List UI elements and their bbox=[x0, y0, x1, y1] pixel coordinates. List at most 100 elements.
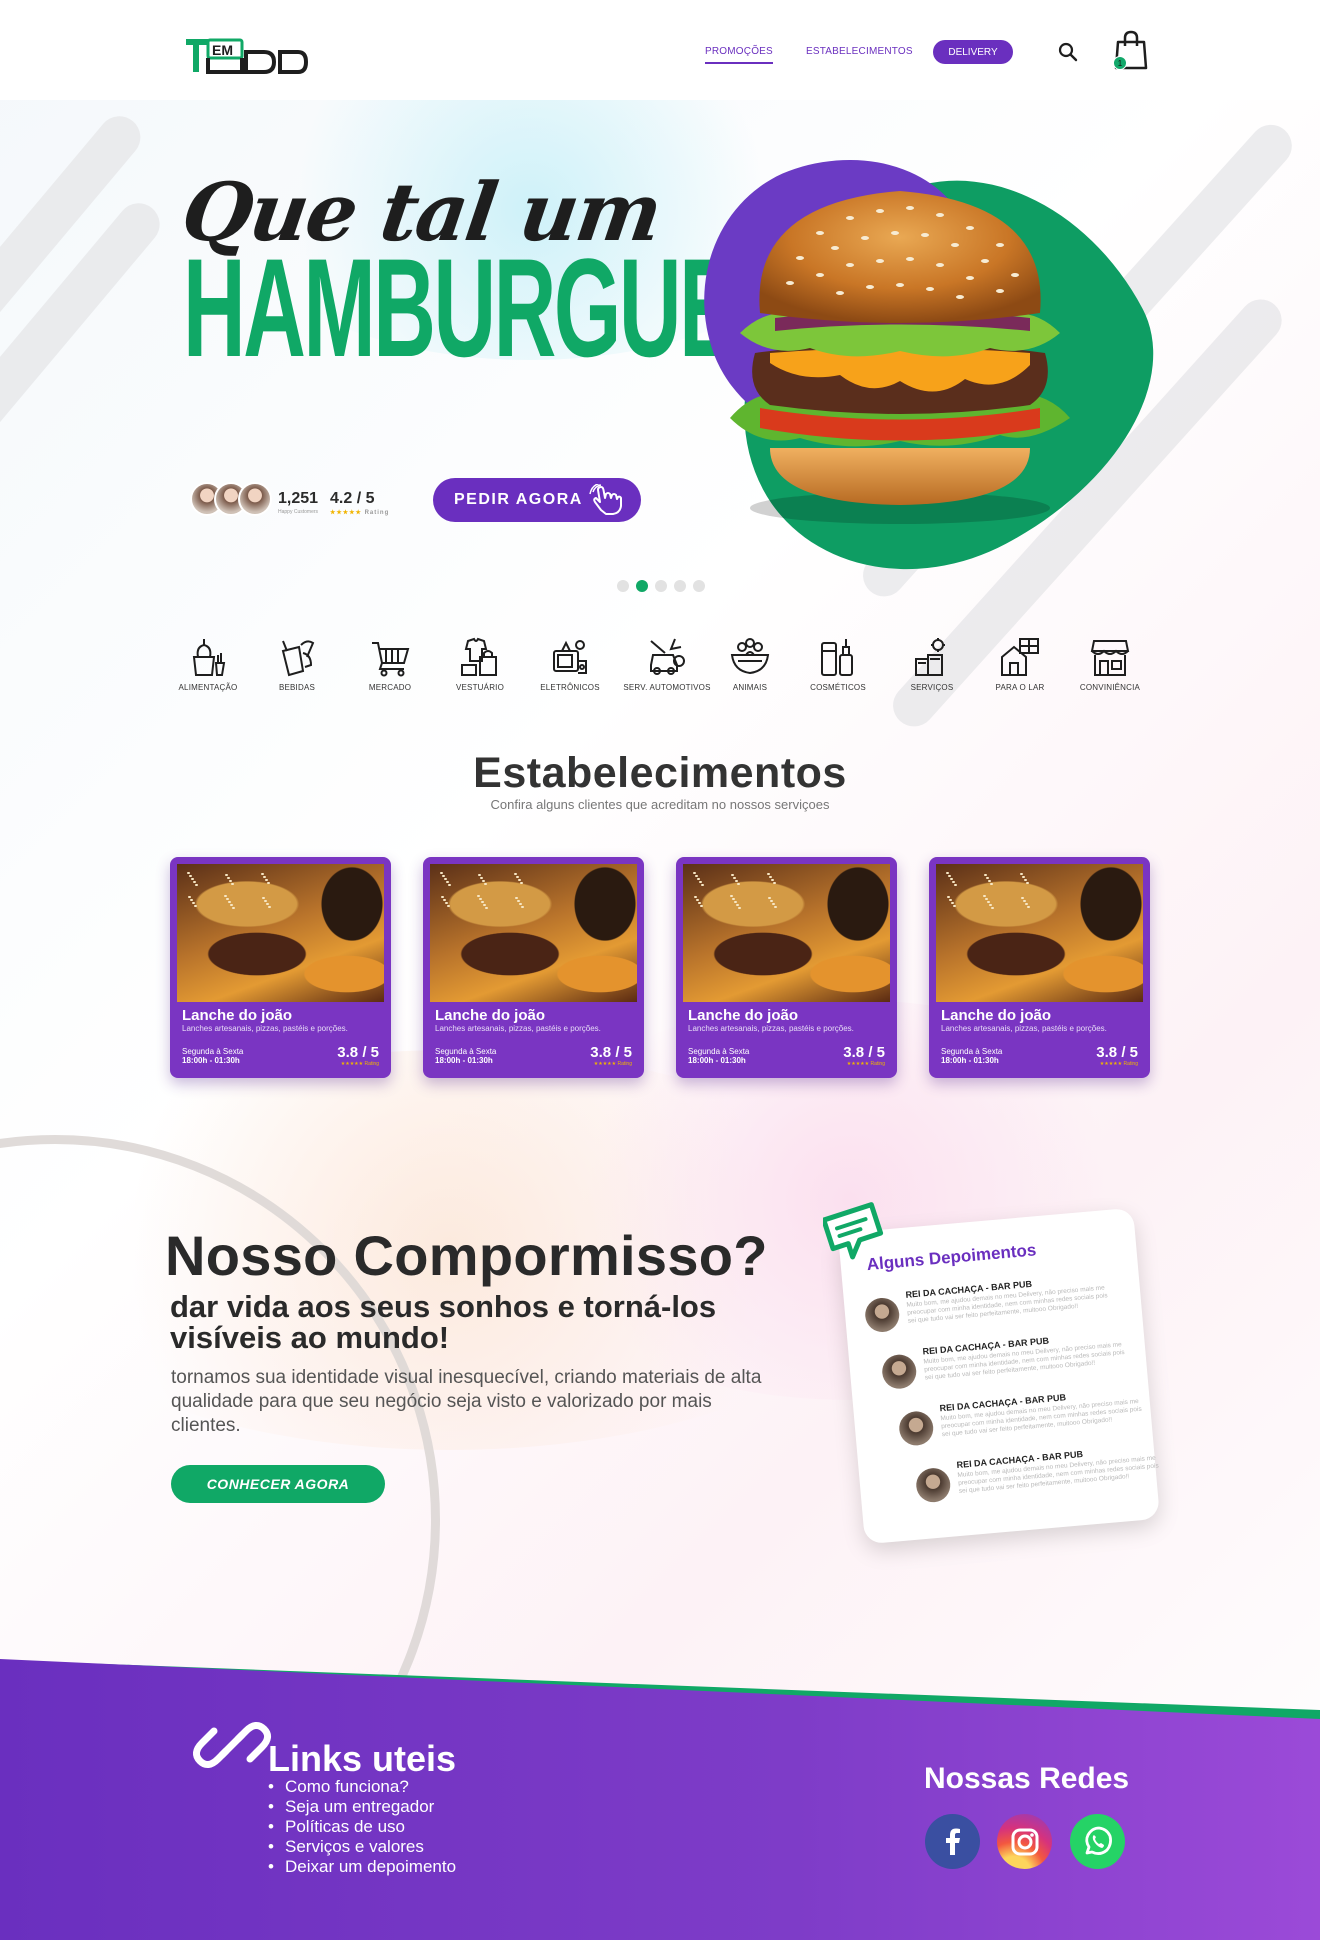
sesame-seed bbox=[769, 876, 772, 878]
instagram-icon[interactable] bbox=[997, 1814, 1052, 1869]
sesame-seed bbox=[988, 880, 991, 882]
establishment-name: Lanche do joão bbox=[435, 1007, 546, 1024]
establishment-desc: Lanches artesanais, pizzas, pastéis e po… bbox=[182, 1024, 348, 1033]
nav-delivery-button[interactable]: DELIVERY bbox=[933, 40, 1013, 64]
sesame-seed bbox=[261, 873, 264, 875]
facebook-icon[interactable] bbox=[925, 1814, 980, 1869]
sesame-seed bbox=[267, 882, 270, 884]
nav-promocoes[interactable]: PROMOÇÕES bbox=[705, 46, 773, 64]
sesame-seed bbox=[987, 901, 990, 903]
sesame-seed bbox=[483, 904, 486, 906]
footer-link[interactable]: Políticas de uso bbox=[268, 1817, 456, 1837]
sesame-seed bbox=[693, 872, 696, 874]
carousel-dots bbox=[617, 580, 705, 592]
establishment-name: Lanche do joão bbox=[182, 1007, 293, 1024]
category-conviniencia[interactable]: CONVINIÊNCIA bbox=[1055, 637, 1165, 692]
footer-link[interactable]: Seja um entregador bbox=[268, 1797, 456, 1817]
home-icon bbox=[1001, 638, 1039, 676]
sesame-seed bbox=[736, 904, 739, 906]
footer-link[interactable]: Serviços e valores bbox=[268, 1837, 456, 1857]
sesame-seed bbox=[442, 875, 445, 877]
sesame-seed bbox=[445, 902, 448, 904]
brand-logo[interactable]: EM bbox=[184, 28, 308, 78]
sesame-seed bbox=[985, 898, 988, 900]
sesame-seed bbox=[983, 895, 986, 897]
establishment-desc: Lanches artesanais, pizzas, pastéis e po… bbox=[688, 1024, 854, 1033]
establishment-card[interactable]: Lanche do joão Lanches artesanais, pizza… bbox=[929, 857, 1150, 1078]
sesame-seed bbox=[480, 877, 483, 879]
sesame-seed bbox=[770, 900, 773, 902]
establishment-card[interactable]: Lanche do joão Lanches artesanais, pizza… bbox=[423, 857, 644, 1078]
establishment-hours: Segunda à Sexta 18:00h - 01:30h bbox=[688, 1047, 750, 1065]
sesame-seed bbox=[519, 903, 522, 905]
sesame-seed bbox=[444, 878, 447, 880]
carousel-dot[interactable] bbox=[674, 580, 686, 592]
sesame-seed bbox=[1025, 903, 1028, 905]
pets-icon bbox=[730, 638, 770, 675]
sesame-seed bbox=[481, 901, 484, 903]
sesame-seed bbox=[1021, 897, 1024, 899]
whatsapp-icon[interactable] bbox=[1070, 1814, 1125, 1869]
sesame-seed bbox=[484, 883, 487, 885]
sesame-seed bbox=[1027, 906, 1030, 908]
establishment-image bbox=[936, 864, 1143, 1002]
sesame-seed bbox=[1024, 879, 1027, 881]
sesame-seed bbox=[953, 905, 956, 907]
sesame-seed bbox=[1023, 900, 1026, 902]
nav-estabelecimentos[interactable]: ESTABELECIMENTOS bbox=[806, 46, 913, 57]
sesame-seed bbox=[516, 876, 519, 878]
establishment-image bbox=[177, 864, 384, 1002]
sesame-seed bbox=[190, 899, 193, 901]
sesame-seed bbox=[768, 897, 771, 899]
sesame-seed bbox=[194, 905, 197, 907]
sesame-seed bbox=[193, 881, 196, 883]
establishment-desc: Lanches artesanais, pizzas, pastéis e po… bbox=[941, 1024, 1107, 1033]
sesame-seed bbox=[772, 903, 775, 905]
establishment-hours: Segunda à Sexta 18:00h - 01:30h bbox=[182, 1047, 244, 1065]
establishment-card[interactable]: Lanche do joão Lanches artesanais, pizza… bbox=[676, 857, 897, 1078]
establishment-image bbox=[430, 864, 637, 1002]
sesame-seed bbox=[733, 877, 736, 879]
customers-label: Happy Customers bbox=[278, 509, 319, 515]
sesame-seed bbox=[227, 877, 230, 879]
sesame-seed bbox=[738, 907, 741, 909]
search-icon[interactable] bbox=[1058, 42, 1078, 67]
sesame-seed bbox=[187, 872, 190, 874]
sesame-seed bbox=[229, 880, 232, 882]
hamburger-image bbox=[700, 183, 1090, 528]
establishments-subtitle: Confira alguns clientes que acreditam no… bbox=[490, 797, 830, 812]
carousel-dot[interactable] bbox=[655, 580, 667, 592]
carousel-dot[interactable] bbox=[693, 580, 705, 592]
carousel-dot-active[interactable] bbox=[636, 580, 648, 592]
establishment-desc: Lanches artesanais, pizzas, pastéis e po… bbox=[435, 1024, 601, 1033]
carousel-dot[interactable] bbox=[617, 580, 629, 592]
footer-link[interactable]: Deixar um depoimento bbox=[268, 1857, 456, 1877]
category-eletronicos[interactable]: ELETRÔNICOS bbox=[515, 637, 625, 692]
sesame-seed bbox=[774, 906, 777, 908]
establishment-card[interactable]: Lanche do joão Lanches artesanais, pizza… bbox=[170, 857, 391, 1078]
sesame-seed bbox=[518, 879, 521, 881]
sesame-seed bbox=[265, 879, 268, 881]
establishment-hours: Segunda à Sexta 18:00h - 01:30h bbox=[941, 1047, 1003, 1065]
services-icon bbox=[915, 638, 945, 676]
sesame-seed bbox=[224, 895, 227, 897]
pedir-agora-button[interactable]: PEDIR AGORA bbox=[433, 478, 641, 522]
sesame-seed bbox=[268, 906, 271, 908]
sesame-seed bbox=[517, 900, 520, 902]
footer-link[interactable]: Como funciona? bbox=[268, 1777, 456, 1797]
rating-value: 4.2 / 5 bbox=[330, 490, 375, 507]
avatar bbox=[863, 1296, 901, 1334]
avatar bbox=[914, 1466, 952, 1504]
conhecer-agora-button[interactable]: CONHECER AGORA bbox=[171, 1465, 385, 1503]
food-icon bbox=[192, 639, 226, 676]
clothes-icon bbox=[461, 637, 497, 676]
establishment-name: Lanche do joão bbox=[941, 1007, 1052, 1024]
sesame-seed bbox=[948, 875, 951, 877]
sesame-seed bbox=[986, 877, 989, 879]
sesame-seed bbox=[262, 897, 265, 899]
compromisso-title: Nosso Compormisso? bbox=[165, 1224, 768, 1287]
chat-bubble-icon bbox=[821, 1201, 887, 1268]
cart-count-badge: 1 bbox=[1113, 56, 1127, 70]
store-icon bbox=[1090, 640, 1130, 676]
customers-count: 1,251 bbox=[278, 490, 319, 507]
